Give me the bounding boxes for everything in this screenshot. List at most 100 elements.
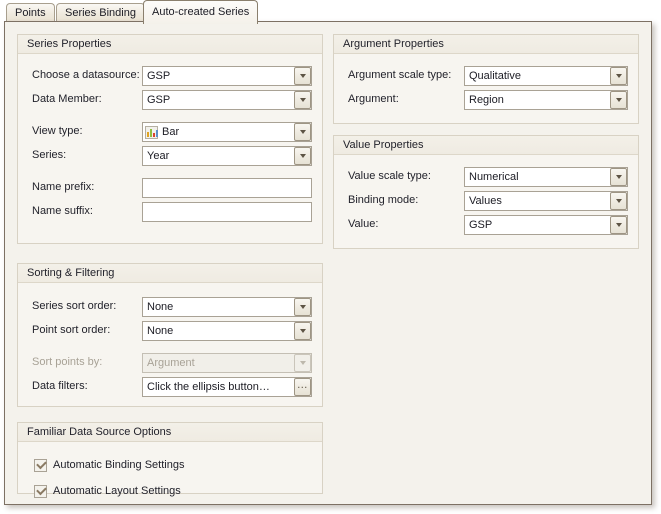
chevron-down-icon[interactable] (294, 147, 311, 165)
label-series: Series: (32, 146, 66, 166)
row-binding-mode: Binding mode: Values (348, 191, 628, 211)
group-value-properties: Value Properties Value scale type: Numer… (333, 135, 639, 249)
combobox-value-binding-mode: Values (465, 192, 610, 210)
chevron-down-icon[interactable] (610, 168, 627, 186)
label-value: Value: (348, 215, 378, 235)
label-argument-scale-type: Argument scale type: (348, 66, 451, 86)
row-argument: Argument: Region (348, 90, 628, 110)
group-body-sorting-filtering: Series sort order: None Point sort order… (18, 283, 322, 406)
chevron-down-icon[interactable] (294, 322, 311, 340)
row-series-sort-order: Series sort order: None (32, 297, 312, 317)
combobox-value-argument-scale-type: Qualitative (465, 67, 610, 85)
combobox-value-sort-points-by: Argument (143, 354, 294, 372)
input-name-suffix[interactable] (142, 202, 312, 222)
combobox-binding-mode[interactable]: Values (464, 191, 628, 211)
panel-content: Series Properties Choose a datasource: G… (5, 22, 651, 504)
check-icon-automatic-binding-settings[interactable] (34, 459, 47, 472)
row-view-type: View type: Bar (32, 122, 312, 142)
combobox-value-view-type: Bar (160, 123, 294, 141)
group-body-series-properties: Choose a datasource: GSP Data Member: GS… (18, 54, 322, 243)
combobox-data-member[interactable]: GSP (142, 90, 312, 110)
label-data-member: Data Member: (32, 90, 102, 110)
label-choose-datasource: Choose a datasource: (32, 66, 140, 86)
group-title-sorting-filtering: Sorting & Filtering (18, 264, 322, 283)
group-sorting-filtering: Sorting & Filtering Series sort order: N… (17, 263, 323, 407)
group-body-argument-properties: Argument scale type: Qualitative Argumen… (334, 54, 638, 123)
group-title-value-properties: Value Properties (334, 136, 638, 155)
tab-auto-created-series[interactable]: Auto-created Series (143, 0, 258, 24)
row-argument-scale-type: Argument scale type: Qualitative (348, 66, 628, 86)
combobox-argument-scale-type[interactable]: Qualitative (464, 66, 628, 86)
combobox-value[interactable]: GSP (464, 215, 628, 235)
field-data-filters[interactable]: Click the ellipsis button… … (142, 377, 312, 397)
combobox-value-series: Year (143, 147, 294, 165)
row-series: Series: Year (32, 146, 312, 166)
checkbox-label-automatic-binding-settings: Automatic Binding Settings (53, 458, 184, 472)
checkbox-row-automatic-layout-settings[interactable]: Automatic Layout Settings (34, 483, 181, 499)
row-point-sort-order: Point sort order: None (32, 321, 312, 341)
combobox-value-data-member: GSP (143, 91, 294, 109)
group-familiar-data-source-options: Familiar Data Source Options Automatic B… (17, 422, 323, 494)
combobox-value-point-sort-order: None (143, 322, 294, 340)
combobox-series[interactable]: Year (142, 146, 312, 166)
combobox-choose-datasource[interactable]: GSP (142, 66, 312, 86)
chevron-down-icon[interactable] (610, 216, 627, 234)
chevron-down-icon[interactable] (610, 67, 627, 85)
check-icon-automatic-layout-settings[interactable] (34, 485, 47, 498)
combobox-value-value-scale-type: Numerical (465, 168, 610, 186)
label-binding-mode: Binding mode: (348, 191, 418, 211)
row-name-suffix: Name suffix: (32, 202, 312, 222)
chevron-down-icon (294, 354, 311, 372)
input-value-name-suffix (143, 206, 147, 218)
row-data-member: Data Member: GSP (32, 90, 312, 110)
label-value-scale-type: Value scale type: (348, 167, 431, 187)
combobox-series-sort-order[interactable]: None (142, 297, 312, 317)
label-data-filters: Data filters: (32, 377, 88, 397)
ellipsis-icon[interactable]: … (294, 378, 311, 396)
tab-strip: Points Series Binding Auto-created Serie… (0, 0, 661, 22)
chevron-down-icon[interactable] (294, 298, 311, 316)
row-name-prefix: Name prefix: (32, 178, 312, 198)
label-sort-points-by: Sort points by: (32, 353, 102, 373)
field-value-data-filters: Click the ellipsis button… (143, 378, 294, 396)
combobox-value-value: GSP (465, 216, 610, 234)
group-body-value-properties: Value scale type: Numerical Binding mode… (334, 155, 638, 248)
label-name-prefix: Name prefix: (32, 178, 94, 198)
tab-series-binding[interactable]: Series Binding (56, 3, 145, 22)
combobox-view-type[interactable]: Bar (142, 122, 312, 142)
chevron-down-icon[interactable] (610, 91, 627, 109)
row-data-filters: Data filters: Click the ellipsis button…… (32, 377, 312, 397)
group-body-familiar-data-source-options: Automatic Binding Settings Automatic Lay… (18, 442, 322, 493)
combobox-sort-points-by: Argument (142, 353, 312, 373)
input-name-prefix[interactable] (142, 178, 312, 198)
group-argument-properties: Argument Properties Argument scale type:… (333, 34, 639, 124)
group-title-familiar-data-source-options: Familiar Data Source Options (18, 423, 322, 442)
bar-chart-icon (143, 123, 160, 141)
chevron-down-icon[interactable] (294, 91, 311, 109)
auto-created-series-panel: Series Properties Choose a datasource: G… (4, 21, 652, 505)
combobox-point-sort-order[interactable]: None (142, 321, 312, 341)
row-value: Value: GSP (348, 215, 628, 235)
row-value-scale-type: Value scale type: Numerical (348, 167, 628, 187)
input-value-name-prefix (143, 182, 147, 194)
group-title-series-properties: Series Properties (18, 35, 322, 54)
label-series-sort-order: Series sort order: (32, 297, 116, 317)
row-sort-points-by: Sort points by: Argument (32, 353, 312, 373)
label-point-sort-order: Point sort order: (32, 321, 110, 341)
label-name-suffix: Name suffix: (32, 202, 93, 222)
chevron-down-icon[interactable] (294, 67, 311, 85)
checkbox-label-automatic-layout-settings: Automatic Layout Settings (53, 484, 181, 498)
group-series-properties: Series Properties Choose a datasource: G… (17, 34, 323, 244)
label-view-type: View type: (32, 122, 83, 142)
chevron-down-icon[interactable] (294, 123, 311, 141)
group-title-argument-properties: Argument Properties (334, 35, 638, 54)
chevron-down-icon[interactable] (610, 192, 627, 210)
combobox-value-scale-type[interactable]: Numerical (464, 167, 628, 187)
combobox-argument[interactable]: Region (464, 90, 628, 110)
tab-points[interactable]: Points (6, 3, 55, 22)
combobox-value-argument: Region (465, 91, 610, 109)
label-argument: Argument: (348, 90, 399, 110)
row-choose-datasource: Choose a datasource: GSP (32, 66, 312, 86)
combobox-value-choose-datasource: GSP (143, 67, 294, 85)
checkbox-row-automatic-binding-settings[interactable]: Automatic Binding Settings (34, 457, 184, 473)
